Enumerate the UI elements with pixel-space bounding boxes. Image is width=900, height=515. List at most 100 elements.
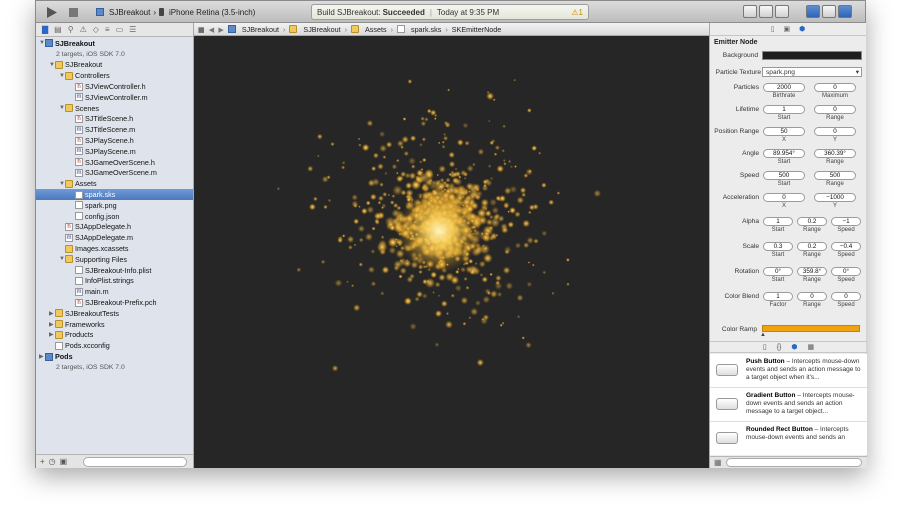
navigator-item[interactable]: ▼ Scenes: [36, 103, 193, 114]
library-item[interactable]: Gradient Button – Intercepts mouse-down …: [710, 388, 867, 422]
value-stepper[interactable]: 0.3: [763, 242, 793, 251]
value-stepper[interactable]: −0.4: [831, 242, 861, 251]
value-stepper[interactable]: 0: [831, 292, 861, 301]
add-icon[interactable]: +: [40, 457, 45, 466]
value-stepper[interactable]: 0: [763, 193, 805, 202]
value-stepper[interactable]: 0: [814, 83, 856, 92]
navigator-filter-input[interactable]: [83, 457, 187, 467]
background-color-well[interactable]: [762, 51, 862, 60]
navigator-item[interactable]: m SJPlayScene.m: [36, 146, 193, 157]
library-item[interactable]: Rounded Rect Button – Intercepts mouse-d…: [710, 422, 867, 455]
breadcrumb-item[interactable]: SJBreakout: [303, 25, 340, 34]
version-editor-button[interactable]: [775, 5, 789, 18]
navigator-item[interactable]: config.json: [36, 211, 193, 222]
folder-icon[interactable]: ▇: [42, 25, 48, 34]
issue-icon[interactable]: ⚠: [80, 25, 87, 34]
log-icon[interactable]: ☰: [129, 25, 136, 34]
navigator-item[interactable]: h SJBreakout-Prefix.pch: [36, 297, 193, 308]
assistant-editor-button[interactable]: [759, 5, 773, 18]
value-stepper[interactable]: 1: [763, 217, 793, 226]
navigator-item[interactable]: h SJViewController.h: [36, 81, 193, 92]
toggle-navigator-button[interactable]: [806, 5, 820, 18]
value-stepper[interactable]: 0: [797, 292, 827, 301]
navigator-item[interactable]: ▼ Assets: [36, 178, 193, 189]
navigator-item[interactable]: m main.m: [36, 286, 193, 297]
navigator-item[interactable]: ▼ SJBreakout: [36, 38, 193, 49]
breadcrumb-item[interactable]: spark.sks: [411, 25, 441, 34]
navigator-item[interactable]: h SJTitleScene.h: [36, 114, 193, 125]
navigator-item[interactable]: spark.png: [36, 200, 193, 211]
value-stepper[interactable]: 0: [814, 105, 856, 114]
navigator-item[interactable]: h SJGameOverScene.h: [36, 157, 193, 168]
navigator-item[interactable]: h SJPlayScene.h: [36, 135, 193, 146]
navigator-item[interactable]: m SJGameOverScene.m: [36, 168, 193, 179]
stop-button[interactable]: [66, 5, 80, 19]
value-stepper[interactable]: 2000: [763, 83, 805, 92]
file-template-icon[interactable]: ▯: [763, 343, 767, 351]
library-filter-input[interactable]: [726, 458, 862, 467]
warning-badge[interactable]: ⚠1: [571, 8, 583, 17]
value-stepper[interactable]: 0°: [763, 267, 793, 276]
quick-help-icon[interactable]: ▣: [784, 25, 791, 33]
navigator-item[interactable]: ▼ Controllers: [36, 70, 193, 81]
value-stepper[interactable]: −1000: [814, 193, 856, 202]
breadcrumb-item[interactable]: Assets: [365, 25, 387, 34]
navigator-item[interactable]: ▶ SJBreakoutTests: [36, 308, 193, 319]
object-library-icon[interactable]: ⬢: [791, 343, 797, 351]
forward-arrow-icon[interactable]: ▶: [218, 25, 224, 34]
navigator-item[interactable]: ▼ SJBreakout: [36, 60, 193, 71]
code-snippet-icon[interactable]: {}: [777, 344, 782, 351]
scheme-selector[interactable]: SJBreakout › iPhone Retina (3.5-inch): [96, 5, 255, 19]
toggle-debug-button[interactable]: [822, 5, 836, 18]
navigator-item[interactable]: m SJViewController.m: [36, 92, 193, 103]
library-item[interactable]: Push Button – Intercepts mouse-down even…: [710, 354, 867, 388]
value-stepper[interactable]: 0°: [831, 267, 861, 276]
standard-editor-button[interactable]: [743, 5, 757, 18]
value-stepper[interactable]: 89.954°: [763, 149, 805, 158]
grid-view-icon[interactable]: ▦: [714, 458, 722, 467]
texture-popup[interactable]: spark.png ▾: [762, 67, 862, 77]
navigator-item[interactable]: ▶ Pods: [36, 351, 193, 362]
navigator-item[interactable]: InfoPlist.strings: [36, 276, 193, 287]
navigator-item[interactable]: Images.xcassets: [36, 243, 193, 254]
breadcrumb-item[interactable]: SKEmitterNode: [452, 25, 502, 34]
ramp-stop-handle[interactable]: ▲: [760, 332, 766, 338]
debug-icon[interactable]: ≡: [105, 25, 110, 34]
navigator-item[interactable]: ▶ Frameworks: [36, 319, 193, 330]
value-stepper[interactable]: 50: [763, 127, 805, 136]
particle-editor-canvas[interactable]: [194, 36, 709, 468]
breakpoint-icon[interactable]: ▭: [116, 25, 124, 34]
navigator-item[interactable]: m SJAppDelegate.m: [36, 232, 193, 243]
value-stepper[interactable]: 360.39°: [814, 149, 856, 158]
value-stepper[interactable]: 0.2: [797, 217, 827, 226]
run-button[interactable]: [42, 5, 60, 19]
scm-icon[interactable]: ▣: [60, 457, 68, 466]
related-items-icon[interactable]: ▦: [198, 25, 205, 34]
symbol-icon[interactable]: ▤: [54, 25, 62, 34]
navigator-item[interactable]: m SJTitleScene.m: [36, 124, 193, 135]
color-ramp-gradient[interactable]: [762, 325, 860, 332]
recent-icon[interactable]: ◷: [49, 457, 56, 466]
value-stepper[interactable]: 1: [763, 292, 793, 301]
search-icon[interactable]: ⚲: [68, 25, 74, 34]
navigator-item[interactable]: ▶ Products: [36, 330, 193, 341]
navigator-item[interactable]: Pods.xcconfig: [36, 340, 193, 351]
value-stepper[interactable]: 1: [763, 105, 805, 114]
value-stepper[interactable]: −1: [831, 217, 861, 226]
value-stepper[interactable]: 500: [763, 171, 805, 180]
value-stepper[interactable]: 500: [814, 171, 856, 180]
navigator-item[interactable]: SJBreakout-Info.plist: [36, 265, 193, 276]
value-stepper[interactable]: 0.2: [797, 242, 827, 251]
navigator-item[interactable]: h SJAppDelegate.h: [36, 222, 193, 233]
media-library-icon[interactable]: ▦: [808, 343, 815, 351]
attributes-inspector-icon[interactable]: ⬢: [799, 25, 805, 33]
toggle-utilities-button[interactable]: [838, 5, 852, 18]
value-stepper[interactable]: 0: [814, 127, 856, 136]
breadcrumb-item[interactable]: SJBreakout: [242, 25, 279, 34]
value-stepper[interactable]: 359.8°: [797, 267, 827, 276]
test-icon[interactable]: ◇: [93, 25, 99, 34]
navigator-item[interactable]: ▼ Supporting Files: [36, 254, 193, 265]
navigator-item[interactable]: spark.sks: [36, 189, 193, 200]
file-inspector-icon[interactable]: ▯: [771, 25, 775, 33]
back-arrow-icon[interactable]: ◀: [209, 25, 215, 34]
